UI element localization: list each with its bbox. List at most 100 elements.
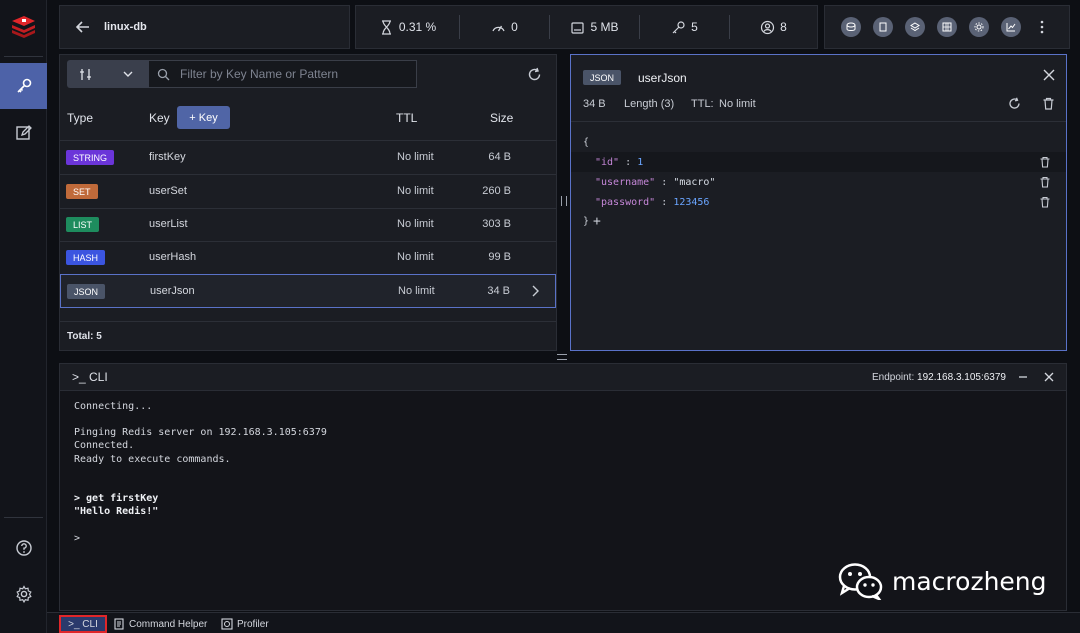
key-name: userJson bbox=[150, 285, 195, 297]
key-size: 99 B bbox=[488, 251, 511, 263]
cli-tab[interactable]: >_ CLI bbox=[59, 615, 107, 633]
type-badge: LIST bbox=[66, 217, 100, 232]
rail-settings-button[interactable] bbox=[0, 571, 47, 617]
document-icon bbox=[114, 618, 124, 630]
rail-divider bbox=[4, 56, 43, 57]
key-ttl: No limit bbox=[397, 251, 434, 263]
horizontal-resize-handle[interactable] bbox=[557, 354, 569, 360]
key-size: 303 B bbox=[482, 218, 511, 230]
column-type-header: Type bbox=[67, 111, 94, 125]
arrow-left-icon[interactable] bbox=[74, 18, 92, 36]
help-icon bbox=[15, 540, 32, 556]
refresh-icon[interactable] bbox=[1008, 97, 1021, 110]
cli-output-line: Connected. bbox=[74, 440, 135, 451]
column-size-header: Size bbox=[490, 111, 514, 125]
trash-icon[interactable] bbox=[1039, 196, 1051, 208]
table-row[interactable]: STRING firstKey No limit 64 B bbox=[60, 141, 556, 174]
key-search-input[interactable]: Filter by Key Name or Pattern bbox=[149, 60, 417, 88]
tool-settings-button[interactable] bbox=[969, 17, 989, 37]
edit-icon bbox=[15, 125, 32, 140]
trash-icon[interactable] bbox=[1042, 97, 1055, 110]
vertical-resize-handle[interactable] bbox=[561, 196, 567, 206]
search-placeholder: Filter by Key Name or Pattern bbox=[180, 67, 339, 81]
rail-help-button[interactable] bbox=[0, 525, 47, 571]
type-filter-dropdown[interactable] bbox=[67, 60, 149, 88]
key-ttl: No limit bbox=[398, 285, 435, 297]
json-key: "username" bbox=[595, 176, 656, 188]
filter-icon bbox=[80, 68, 91, 80]
table-row-selected[interactable]: JSON userJson No limit 34 B bbox=[60, 274, 556, 308]
stat-cpu: 0.31 % bbox=[356, 15, 459, 39]
detail-length: Length (3) bbox=[624, 98, 675, 110]
refresh-icon[interactable] bbox=[527, 67, 542, 82]
bottom-bar: >_ CLI Command Helper Profiler bbox=[47, 612, 1080, 633]
json-close-line: } + bbox=[583, 213, 601, 229]
hourglass-icon bbox=[381, 19, 391, 35]
wechat-logo-icon bbox=[838, 563, 883, 600]
rail-browser-button[interactable] bbox=[0, 63, 47, 109]
db-name: linux-db bbox=[104, 21, 147, 33]
json-entry[interactable]: "username" : "macro" bbox=[571, 172, 1066, 192]
tool-pubsub-button[interactable] bbox=[841, 17, 861, 37]
stack-icon bbox=[846, 22, 856, 31]
key-icon bbox=[16, 78, 31, 93]
tool-analytics-button[interactable] bbox=[1001, 17, 1021, 37]
type-badge: SET bbox=[66, 184, 98, 199]
trash-icon[interactable] bbox=[1039, 156, 1051, 168]
cli-output-line: Connecting... bbox=[74, 401, 153, 412]
type-badge: HASH bbox=[66, 250, 106, 265]
key-size: 260 B bbox=[482, 185, 511, 197]
cli-result-line: "Hello Redis!" bbox=[74, 506, 159, 517]
total-count: Total: 5 bbox=[67, 331, 102, 342]
row-divider bbox=[60, 321, 556, 322]
cli-header: >_ CLI Endpoint: 192.168.3.105:6379 bbox=[60, 364, 1066, 391]
add-field-button[interactable]: + bbox=[593, 214, 601, 229]
json-key: "id" bbox=[595, 156, 620, 168]
trash-icon[interactable] bbox=[1039, 176, 1051, 188]
key-name: userList bbox=[149, 218, 188, 230]
detail-ttl-value[interactable]: No limit bbox=[719, 98, 756, 110]
type-badge: STRING bbox=[66, 150, 115, 165]
watermark-text: macrozheng bbox=[892, 566, 1047, 596]
document-icon bbox=[879, 22, 887, 32]
more-menu-button[interactable] bbox=[1035, 17, 1049, 37]
grid-icon bbox=[942, 22, 952, 32]
redis-logo-icon[interactable] bbox=[10, 12, 37, 39]
gear-icon bbox=[974, 22, 984, 32]
chevron-right-icon bbox=[532, 285, 539, 297]
json-entry[interactable]: "password" : 123456 bbox=[571, 192, 1066, 212]
table-row[interactable]: SET userSet No limit 260 B bbox=[60, 175, 556, 208]
cli-output-line: Pinging Redis server on 192.168.3.105:63… bbox=[74, 427, 327, 438]
table-row[interactable]: HASH userHash No limit 99 B bbox=[60, 241, 556, 274]
key-size: 34 B bbox=[487, 285, 510, 297]
stat-memory: 5 MB bbox=[549, 15, 639, 39]
type-badge: JSON bbox=[67, 284, 106, 299]
detail-divider bbox=[571, 121, 1066, 122]
cli-title: >_ CLI bbox=[72, 370, 108, 384]
rail-workbench-button[interactable] bbox=[0, 110, 47, 156]
profiler-tab[interactable]: Profiler bbox=[221, 615, 269, 633]
cli-output-line: Ready to execute commands. bbox=[74, 454, 231, 465]
command-helper-tab[interactable]: Command Helper bbox=[113, 615, 207, 633]
type-badge: JSON bbox=[583, 70, 622, 85]
json-value[interactable]: "macro" bbox=[673, 177, 715, 188]
keys-panel: Filter by Key Name or Pattern Type Key +… bbox=[59, 54, 557, 351]
chart-icon bbox=[1006, 23, 1016, 32]
tool-layers-button[interactable] bbox=[905, 17, 925, 37]
minimize-icon[interactable] bbox=[1018, 372, 1028, 382]
key-ttl: No limit bbox=[397, 218, 434, 230]
cli-endpoint: Endpoint: 192.168.3.105:6379 bbox=[871, 371, 1006, 383]
json-value[interactable]: 123456 bbox=[673, 197, 709, 208]
table-row[interactable]: LIST userList No limit 303 B bbox=[60, 208, 556, 241]
tool-grid-button[interactable] bbox=[937, 17, 957, 37]
db-stats: 0.31 % 0 5 MB 5 8 bbox=[355, 5, 818, 49]
key-name: userHash bbox=[149, 251, 197, 263]
json-entry[interactable]: "id" : 1 bbox=[571, 152, 1066, 172]
cli-prompt-input[interactable]: > bbox=[74, 533, 80, 544]
close-icon[interactable] bbox=[1044, 372, 1054, 382]
gear-icon bbox=[15, 585, 32, 603]
add-key-button[interactable]: + Key bbox=[177, 106, 230, 129]
close-icon[interactable] bbox=[1043, 69, 1055, 81]
json-value[interactable]: 1 bbox=[637, 157, 643, 168]
tool-document-button[interactable] bbox=[873, 17, 893, 37]
